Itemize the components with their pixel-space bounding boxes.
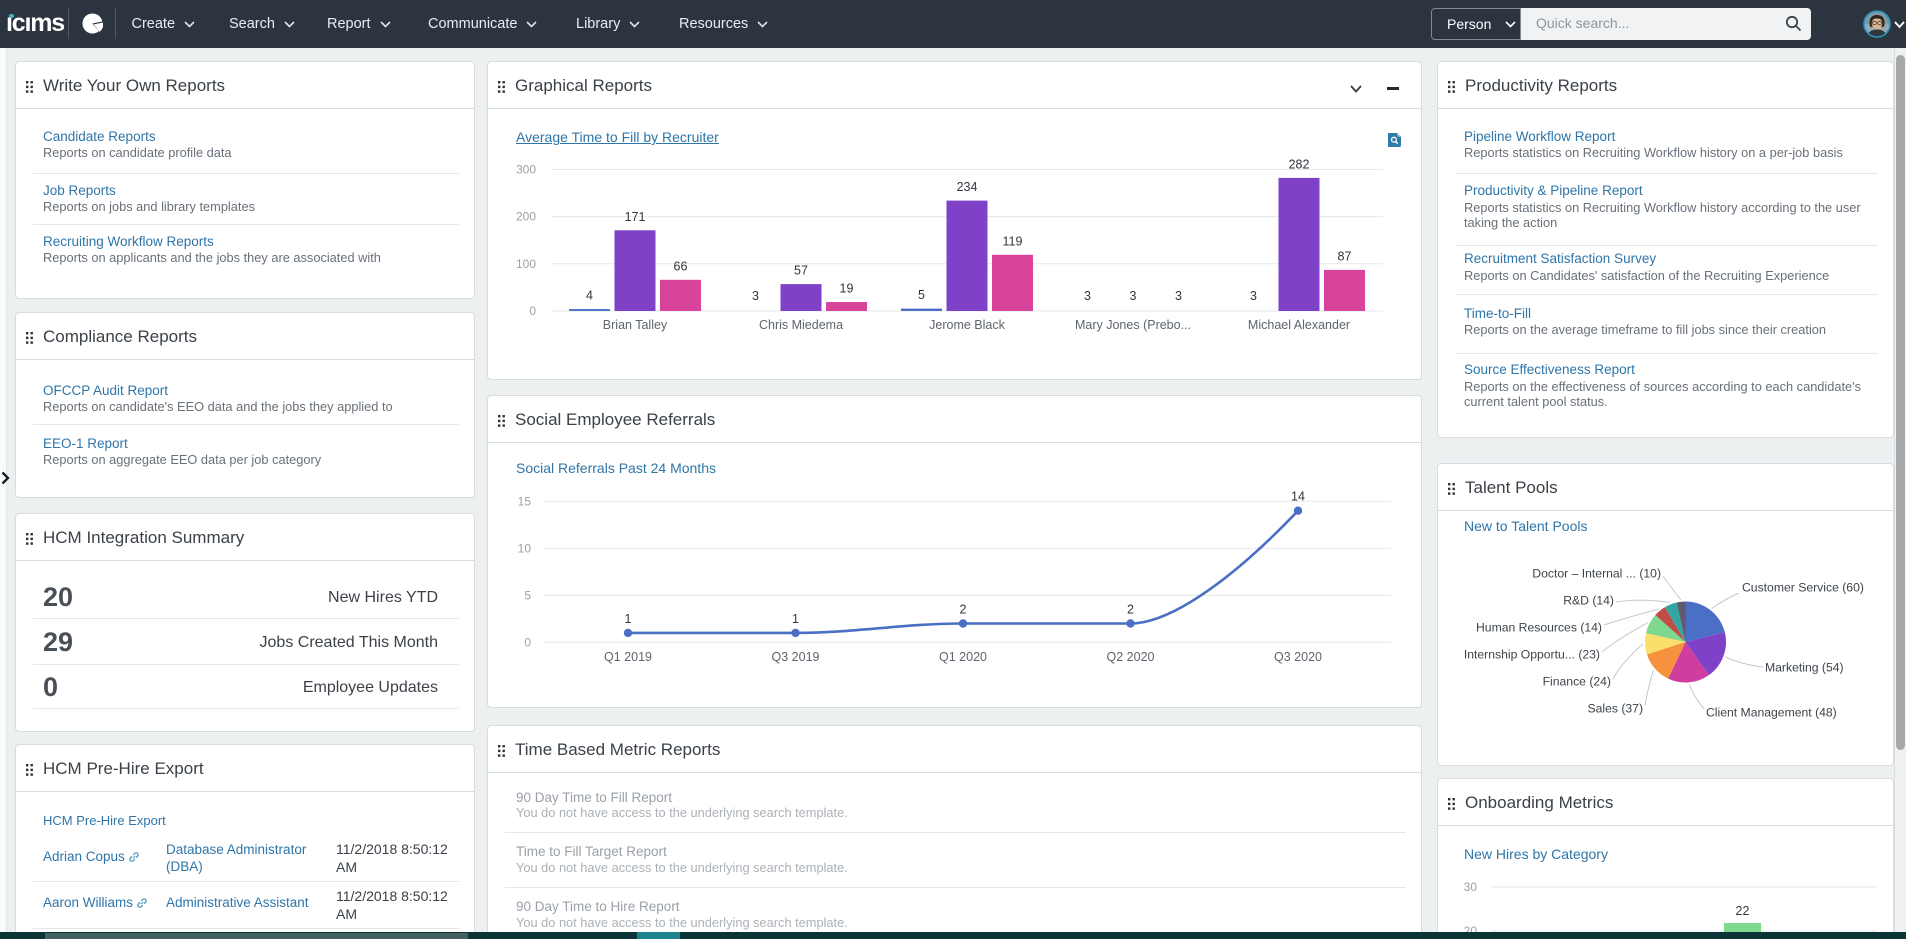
svg-text:Q2 2020: Q2 2020: [1107, 650, 1155, 664]
svg-text:66: 66: [674, 259, 688, 273]
svg-text:Chris Miedema: Chris Miedema: [759, 318, 843, 332]
svg-text:Human Resources (14): Human Resources (14): [1476, 621, 1602, 635]
svg-text:Customer Service (60): Customer Service (60): [1742, 581, 1864, 595]
svg-text:Q3 2020: Q3 2020: [1274, 650, 1322, 664]
svg-text:1: 1: [792, 612, 799, 626]
svg-text:Client Management (48): Client Management (48): [1706, 706, 1837, 720]
svg-text:4: 4: [586, 289, 593, 303]
svg-text:Jerome Black: Jerome Black: [929, 318, 1005, 332]
svg-text:5: 5: [918, 288, 925, 302]
svg-text:3: 3: [752, 289, 759, 303]
svg-text:Q1 2019: Q1 2019: [604, 650, 652, 664]
svg-text:2: 2: [1127, 603, 1134, 617]
svg-text:3: 3: [1250, 289, 1257, 303]
svg-text:10: 10: [518, 541, 532, 555]
svg-text:Internship Opportu... (23): Internship Opportu... (23): [1464, 648, 1600, 662]
svg-text:5: 5: [524, 588, 531, 602]
svg-text:300: 300: [516, 162, 536, 176]
svg-text:171: 171: [625, 210, 646, 224]
svg-text:30: 30: [1464, 880, 1478, 894]
svg-text:0: 0: [524, 635, 531, 649]
svg-text:Q1 2020: Q1 2020: [939, 650, 987, 664]
svg-text:Brian Talley: Brian Talley: [603, 318, 668, 332]
svg-text:87: 87: [1338, 249, 1352, 263]
svg-text:19: 19: [840, 282, 854, 296]
svg-text:Mary Jones (Prebo...: Mary Jones (Prebo...: [1075, 318, 1191, 332]
svg-text:234: 234: [957, 180, 978, 194]
svg-text:282: 282: [1289, 157, 1310, 171]
svg-text:1: 1: [625, 612, 632, 626]
svg-text:100: 100: [516, 257, 536, 271]
svg-text:R&D (14): R&D (14): [1563, 594, 1614, 608]
svg-text:Q3 2019: Q3 2019: [772, 650, 820, 664]
svg-text:Michael Alexander: Michael Alexander: [1248, 318, 1350, 332]
svg-text:57: 57: [794, 264, 808, 278]
svg-text:200: 200: [516, 210, 536, 224]
svg-text:3: 3: [1130, 289, 1137, 303]
svg-text:2: 2: [960, 603, 967, 617]
svg-text:3: 3: [1084, 289, 1091, 303]
svg-text:22: 22: [1736, 904, 1750, 918]
svg-text:14: 14: [1291, 490, 1305, 504]
svg-text:15: 15: [518, 494, 532, 508]
svg-text:Finance (24): Finance (24): [1543, 675, 1611, 689]
svg-text:119: 119: [1003, 234, 1023, 248]
svg-text:Doctor – Internal ... (10): Doctor – Internal ... (10): [1532, 567, 1661, 581]
svg-text:Sales (37): Sales (37): [1587, 702, 1643, 716]
svg-text:0: 0: [529, 304, 536, 318]
svg-text:3: 3: [1175, 289, 1182, 303]
svg-text:Marketing (54): Marketing (54): [1765, 661, 1844, 675]
